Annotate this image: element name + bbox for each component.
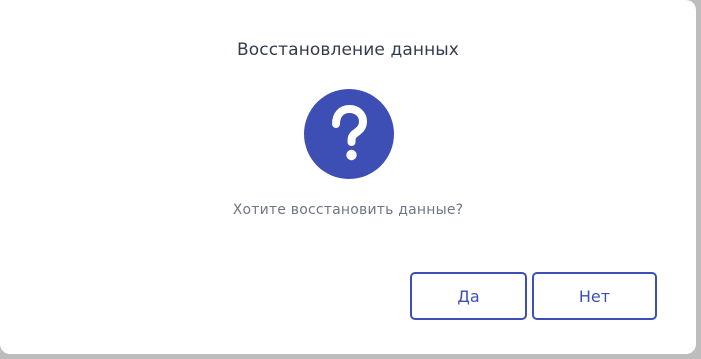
restore-data-dialog: Восстановление данных Хотите восстановит… — [0, 0, 696, 354]
yes-button[interactable]: Да — [410, 272, 527, 320]
no-button[interactable]: Нет — [532, 272, 657, 320]
dialog-title: Восстановление данных — [237, 40, 459, 60]
dialog-message: Хотите восстановить данные? — [232, 202, 464, 218]
question-circle-icon — [304, 89, 394, 179]
